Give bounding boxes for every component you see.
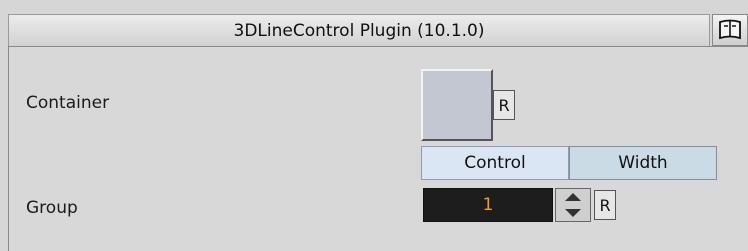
stepper-down-arrow-icon[interactable] [556, 205, 590, 221]
group-value-field[interactable]: 1 [423, 188, 553, 222]
plugin-title: 3DLineControl Plugin (10.1.0) [233, 20, 485, 41]
container-drop-slot[interactable] [421, 69, 493, 141]
help-book-icon [719, 19, 741, 40]
tab-control[interactable]: Control [421, 146, 569, 180]
group-stepper[interactable] [555, 188, 591, 222]
tab-width[interactable]: Width [569, 146, 717, 180]
help-button[interactable] [712, 14, 748, 46]
container-reset-button[interactable]: R [493, 90, 515, 120]
container-label: Container [26, 93, 110, 113]
group-label: Group [26, 198, 78, 218]
plugin-title-bar: 3DLineControl Plugin (10.1.0) [8, 14, 710, 46]
stepper-up-arrow-icon[interactable] [556, 189, 590, 205]
group-reset-button[interactable]: R [594, 190, 616, 220]
